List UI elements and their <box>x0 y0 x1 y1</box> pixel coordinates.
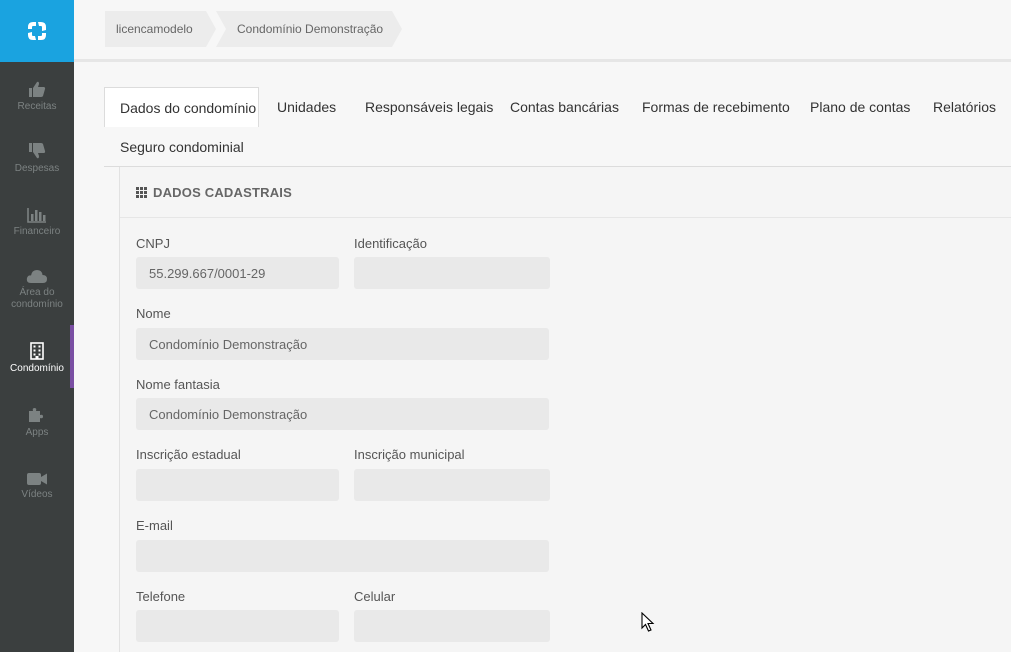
dados-cadastrais-panel: DADOS CADASTRAIS CNPJ 55.299.667/0001-29… <box>119 167 1011 652</box>
video-camera-icon <box>27 473 47 485</box>
mouse-cursor-icon <box>641 612 655 632</box>
app-logo[interactable] <box>0 0 74 62</box>
cloud-icon <box>26 270 47 283</box>
topbar: licencamodelo Condomínio Demonstração <box>74 0 1011 62</box>
panel-title: DADOS CADASTRAIS <box>153 184 292 200</box>
sidebar-item-label: Apps <box>25 427 49 438</box>
sidebar-item-area-do-condominio[interactable]: Área do condomínio <box>0 262 74 311</box>
cnpj-label: CNPJ <box>136 236 170 251</box>
sidebar-item-apps[interactable]: Apps <box>0 402 74 439</box>
sidebar-item-label: Financeiro <box>13 226 61 237</box>
tab-bar: Dados do condomínio Unidades Responsávei… <box>104 87 1011 167</box>
sidebar: Receitas Despesas Financeiro Área do con… <box>0 0 74 652</box>
email-field[interactable] <box>136 540 549 572</box>
identificacao-field[interactable] <box>354 257 550 289</box>
nome-label: Nome <box>136 306 171 321</box>
sidebar-item-label: Despesas <box>14 163 60 174</box>
sidebar-item-financeiro[interactable]: Financeiro <box>0 201 74 238</box>
inscricao-municipal-field[interactable] <box>354 469 550 501</box>
inscricao-estadual-label: Inscrição estadual <box>136 447 241 462</box>
sidebar-item-label: Área do condomínio <box>11 287 63 310</box>
thumbs-down-icon <box>29 143 46 159</box>
active-indicator <box>70 325 74 388</box>
tab-responsaveis-legais[interactable]: Responsáveis legais <box>365 87 493 127</box>
panel-header: DADOS CADASTRAIS <box>120 167 1011 218</box>
breadcrumb-item-condominio[interactable]: Condomínio Demonstração <box>216 11 402 47</box>
sidebar-item-despesas[interactable]: Despesas <box>0 138 74 175</box>
breadcrumb-item-licenca[interactable]: licencamodelo <box>105 11 216 47</box>
sidebar-item-label: Vídeos <box>21 489 53 500</box>
logo-icon <box>28 22 46 40</box>
sidebar-item-label: Condomínio <box>10 363 64 374</box>
tab-seguro-condominial[interactable]: Seguro condominial <box>120 127 244 167</box>
tab-unidades[interactable]: Unidades <box>277 87 336 127</box>
puzzle-icon <box>29 408 43 422</box>
inscricao-municipal-label: Inscrição municipal <box>354 447 465 462</box>
email-label: E-mail <box>136 518 173 533</box>
telefone-label: Telefone <box>136 589 186 604</box>
building-icon <box>30 342 44 360</box>
sidebar-item-receitas[interactable]: Receitas <box>0 76 74 113</box>
tab-formas-de-recebimento[interactable]: Formas de recebimento <box>642 87 790 127</box>
sidebar-item-label: Receitas <box>17 101 57 112</box>
tab-contas-bancarias[interactable]: Contas bancárias <box>510 87 619 127</box>
inscricao-estadual-field[interactable] <box>136 469 339 501</box>
tab-dados-do-condominio[interactable]: Dados do condomínio <box>104 87 259 127</box>
telefone-field[interactable] <box>136 610 339 642</box>
celular-label: Celular <box>354 589 396 604</box>
thumbs-up-icon <box>29 81 46 97</box>
celular-field[interactable] <box>354 610 550 642</box>
sidebar-item-videos[interactable]: Vídeos <box>0 464 74 501</box>
tab-relatorios[interactable]: Relatórios <box>933 87 996 127</box>
nome-fantasia-field[interactable]: Condomínio Demonstração <box>136 398 549 430</box>
bar-chart-icon <box>27 208 46 223</box>
grid-icon <box>136 186 147 198</box>
sidebar-item-condominio[interactable]: Condomínio <box>0 338 74 375</box>
tab-plano-de-contas[interactable]: Plano de contas <box>810 87 910 127</box>
cnpj-field[interactable]: 55.299.667/0001-29 <box>136 257 339 289</box>
identificacao-label: Identificação <box>354 236 427 251</box>
nome-fantasia-label: Nome fantasia <box>136 377 220 392</box>
nome-field[interactable]: Condomínio Demonstração <box>136 328 549 360</box>
